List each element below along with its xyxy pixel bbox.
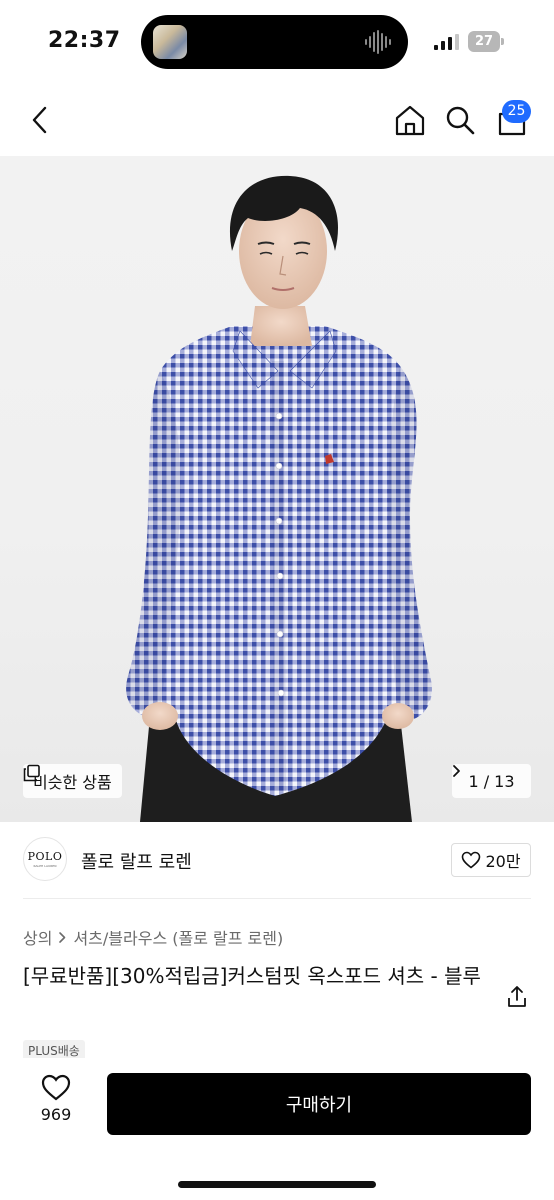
buy-button[interactable]: 구매하기 [107, 1073, 531, 1135]
breadcrumb: 상의 셔츠/블라우스 (폴로 랄프 로렌) [23, 925, 283, 949]
brand-logo-subtext: RALPH LAUREN [33, 864, 57, 868]
home-icon [395, 105, 425, 136]
bottom-bar: 969 구매하기 [0, 1058, 554, 1200]
battery-icon: 27 [468, 31, 504, 52]
product-title: [무료반품][30%적립금]커스텀핏 옥스포드 셔츠 - 블루 [23, 964, 481, 988]
share-button[interactable] [503, 983, 531, 1011]
chevron-right-icon [59, 931, 66, 943]
similar-products-button[interactable]: 비슷한 상품 [23, 764, 122, 798]
chevron-left-icon [32, 106, 47, 134]
signal-icon [434, 34, 459, 50]
product-photo [126, 175, 432, 822]
image-page-indicator[interactable]: 1 / 13 [452, 764, 531, 798]
breadcrumb-category[interactable]: 상의 [23, 925, 52, 949]
brand-like-button[interactable]: 20만 [451, 843, 531, 877]
divider [23, 898, 531, 899]
copy-icon [23, 764, 40, 782]
page-indicator-text: 1 / 13 [468, 771, 515, 791]
brand-logo[interactable]: POLO RALPH LAUREN [23, 837, 67, 881]
brand-row: POLO RALPH LAUREN 폴로 랄프 로렌 20만 [0, 822, 554, 898]
breadcrumb-subcategory[interactable]: 셔츠/블라우스 (폴로 랄프 로렌) [73, 925, 283, 949]
island-thumbnail [153, 25, 187, 59]
battery-level: 27 [474, 34, 494, 49]
similar-products-label: 비슷한 상품 [33, 773, 112, 792]
status-time: 22:37 [48, 28, 121, 53]
wishlist-count: 969 [40, 1105, 72, 1124]
wishlist-button[interactable]: 969 [24, 1074, 88, 1134]
brand-name[interactable]: 폴로 랄프 로렌 [81, 848, 192, 874]
heart-icon [462, 851, 481, 869]
back-button[interactable] [22, 100, 58, 140]
chevron-right-icon [453, 765, 460, 777]
home-button[interactable] [392, 100, 428, 140]
search-icon [446, 106, 475, 135]
heart-icon [41, 1074, 71, 1101]
audio-wave-icon [365, 30, 391, 54]
product-image[interactable]: 비슷한 상품 1 / 13 [0, 156, 554, 822]
home-indicator[interactable] [178, 1181, 376, 1188]
top-navigation [0, 84, 554, 156]
cart-count-badge[interactable]: 25 [502, 100, 531, 123]
share-icon [508, 986, 526, 1007]
brand-like-count: 20만 [485, 852, 521, 871]
status-bar: 22:37 27 [0, 0, 554, 84]
brand-logo-text: POLO [27, 850, 63, 863]
dynamic-island[interactable] [141, 15, 408, 69]
search-button[interactable] [442, 100, 478, 140]
